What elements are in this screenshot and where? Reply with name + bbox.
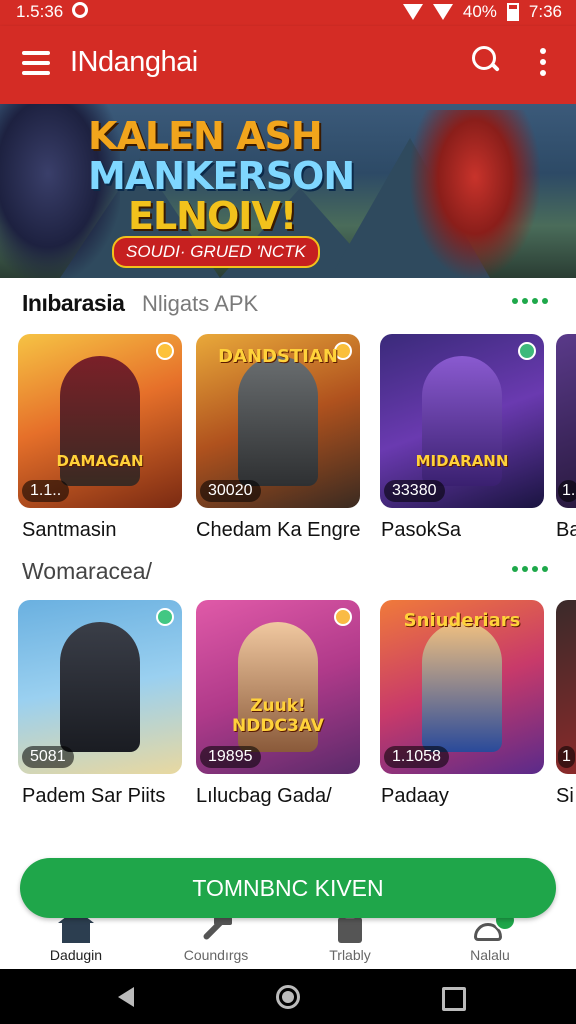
banner-line-3: ELNOIV! <box>128 194 297 238</box>
section-title: Inıbarasia <box>22 290 125 316</box>
section-header-2: Womaracea/ <box>0 554 576 590</box>
badge-icon <box>156 608 174 626</box>
game-logo: DAMAGAN <box>56 452 144 470</box>
signal-icon <box>432 4 453 20</box>
game-logo: DANDSTIAN <box>218 346 338 367</box>
download-count: 33380 <box>384 480 445 502</box>
badge-icon <box>334 608 352 626</box>
game-card[interactable]: 1 <box>556 600 576 774</box>
download-count: 19895 <box>200 746 261 768</box>
game-card[interactable]: Sniuderiars 1.1058 <box>380 600 544 774</box>
back-icon[interactable] <box>118 987 134 1007</box>
hero-artwork <box>410 110 540 278</box>
game-title[interactable]: Ba <box>556 519 576 542</box>
section-subtitle: Nligats APK <box>142 291 259 316</box>
install-button[interactable]: TOMNBNC KIVEN <box>20 858 556 918</box>
game-title[interactable]: Padaay <box>381 785 449 808</box>
recents-icon[interactable] <box>442 987 466 1011</box>
game-card[interactable]: 5081 <box>18 600 182 774</box>
section-header-1: Inıbarasia Nligats APK <box>0 286 576 322</box>
game-card[interactable]: 1. <box>556 334 576 508</box>
game-art <box>422 622 502 752</box>
game-logo: MIDARANN <box>415 452 509 470</box>
download-count: 1 <box>558 746 575 768</box>
promo-banner[interactable]: KALEN ASH MANKERSON ELNOIV! SOUDI· GRUED… <box>0 104 576 278</box>
game-card[interactable]: DAMAGAN 1.1.. <box>18 334 182 508</box>
sync-icon <box>72 2 88 18</box>
download-count: 1. <box>558 480 576 502</box>
system-home-icon[interactable] <box>276 985 300 1009</box>
battery-icon <box>506 3 519 21</box>
wifi-icon <box>402 4 423 20</box>
menu-icon[interactable] <box>22 51 50 75</box>
game-title[interactable]: PasokSa <box>381 519 461 542</box>
game-card[interactable]: DANDSTIAN 30020 <box>196 334 360 508</box>
app-title: INdanghai <box>70 46 198 78</box>
app-bar: INdanghai <box>0 26 576 104</box>
more-options-icon[interactable] <box>540 48 546 78</box>
more-dots-icon[interactable] <box>512 298 548 304</box>
status-bar: 1.5:36 40% 7:36 <box>0 0 576 26</box>
game-title[interactable]: Santmasin <box>22 519 117 542</box>
game-logo: Sniuderiars <box>403 610 521 631</box>
badge-icon <box>156 342 174 360</box>
status-time: 1.5:36 <box>16 2 64 21</box>
status-clock: 7:36 <box>528 2 562 21</box>
nav-label: Coundırgs <box>183 947 249 963</box>
game-art <box>238 356 318 486</box>
search-icon[interactable] <box>472 46 500 72</box>
game-card[interactable]: MIDARANN 33380 <box>380 334 544 508</box>
game-title[interactable]: Lılucbag Gada/ <box>196 785 332 808</box>
nav-label: Trlably <box>329 947 371 963</box>
nav-label: Dadugin <box>49 947 103 963</box>
game-card[interactable]: Zuuk! NDDC3AV 19895 <box>196 600 360 774</box>
section-title: Womaracea/ <box>22 558 152 584</box>
badge-icon <box>518 342 536 360</box>
banner-line-2: MANKERSON <box>88 154 355 198</box>
system-navigation-bar <box>0 969 576 1024</box>
download-count: 5081 <box>22 746 74 768</box>
download-count: 1.1058 <box>384 746 449 768</box>
banner-badge: SOUDI· GRUED 'NCTK <box>112 236 320 268</box>
status-icons: 40% 7:36 <box>402 2 562 22</box>
game-title[interactable]: Chedam Ka Engre <box>196 519 361 542</box>
battery-percent: 40% <box>462 2 497 21</box>
game-logo: Zuuk! NDDC3AV <box>232 696 324 736</box>
nav-label: Nalalu <box>470 947 510 963</box>
banner-line-1: KALEN ASH <box>88 114 323 158</box>
banner-title: KALEN ASH MANKERSON ELNOIV! <box>88 114 355 238</box>
game-title[interactable]: Si <box>556 785 574 808</box>
game-art <box>60 622 140 752</box>
download-count: 30020 <box>200 480 261 502</box>
more-dots-icon[interactable] <box>512 566 548 572</box>
download-count: 1.1.. <box>22 480 70 502</box>
game-title[interactable]: Padem Sar Piits <box>22 785 165 808</box>
